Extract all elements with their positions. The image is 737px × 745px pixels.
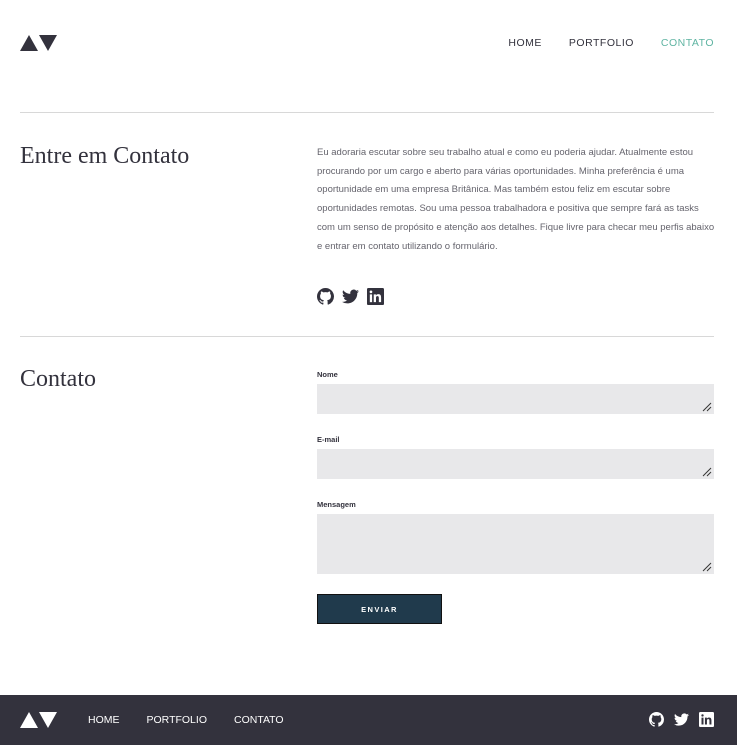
contact-form: Nome E-mail Mensagem ENVIAR [317,370,714,624]
resize-grip-icon[interactable] [702,562,712,572]
twitter-icon[interactable] [342,288,359,305]
intro-title: Entre em Contato [20,143,190,169]
linkedin-icon[interactable] [367,288,384,305]
site-footer: HOME PORTFOLIO CONTATO [0,695,737,745]
linkedin-icon[interactable] [699,712,714,727]
message-label: Mensagem [317,500,356,509]
email-label: E-mail [317,435,340,444]
github-icon[interactable] [317,288,334,305]
resize-grip-icon[interactable] [702,467,712,477]
av-logo-icon[interactable] [20,34,57,52]
footer-nav-portfolio[interactable]: PORTFOLIO [147,714,207,726]
av-logo-icon[interactable] [20,711,57,729]
email-field[interactable] [317,449,714,479]
footer-nav-contato[interactable]: CONTATO [234,714,284,726]
twitter-icon[interactable] [674,712,689,727]
divider [20,112,714,113]
nav-home[interactable]: HOME [508,37,542,49]
footer-social-links [649,712,714,727]
divider [20,336,714,337]
nav-portfolio[interactable]: PORTFOLIO [569,37,634,49]
name-label: Nome [317,370,338,379]
submit-button[interactable]: ENVIAR [317,594,442,624]
main-nav: HOME PORTFOLIO CONTATO [508,37,714,49]
github-icon[interactable] [649,712,664,727]
name-field[interactable] [317,384,714,414]
social-links [317,288,384,305]
message-field[interactable] [317,514,714,574]
intro-text: Eu adoraria escutar sobre seu trabalho a… [317,147,715,252]
footer-nav: HOME PORTFOLIO CONTATO [88,714,284,726]
footer-nav-home[interactable]: HOME [88,714,120,726]
site-header: HOME PORTFOLIO CONTATO [20,0,714,112]
resize-grip-icon[interactable] [702,402,712,412]
nav-contato[interactable]: CONTATO [661,37,714,49]
contact-title: Contato [20,366,96,392]
